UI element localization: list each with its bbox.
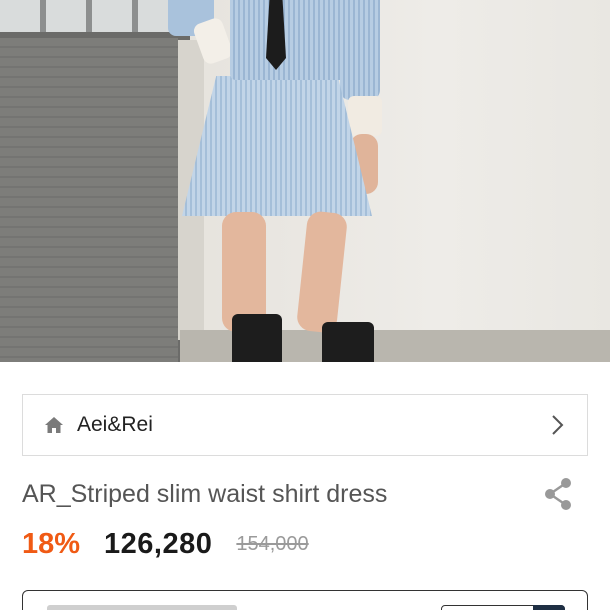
photo-model xyxy=(0,0,610,362)
sale-price: 126,280 xyxy=(104,527,213,560)
brand-link-row[interactable]: Aei&Rei xyxy=(22,394,588,456)
coupon-download-icon xyxy=(533,605,565,610)
model-tie xyxy=(266,0,286,70)
model-right-cuff xyxy=(348,96,382,136)
home-icon xyxy=(43,414,65,436)
price-row: 18% 126,280 154,000 xyxy=(22,522,309,566)
model-right-leg xyxy=(295,210,349,334)
product-photo[interactable] xyxy=(0,0,610,362)
discount-rate: 18% xyxy=(22,527,81,560)
product-title: AR_Striped slim waist shirt dress xyxy=(22,479,388,508)
model-left-cuff xyxy=(191,16,235,66)
model-right-boot xyxy=(322,322,374,362)
model-left-boot xyxy=(232,314,282,362)
coupon-card-text xyxy=(47,605,237,610)
chevron-right-icon xyxy=(547,413,567,437)
product-title-row: AR_Striped slim waist shirt dress xyxy=(22,474,588,514)
model-torso xyxy=(230,0,350,80)
share-icon[interactable] xyxy=(538,474,578,514)
brand-name: Aei&Rei xyxy=(77,413,153,436)
original-price: 154,000 xyxy=(236,532,309,555)
coupon-card[interactable] xyxy=(22,590,588,610)
product-detail-page: Aei&Rei AR_Striped slim waist shirt dres… xyxy=(0,0,610,610)
